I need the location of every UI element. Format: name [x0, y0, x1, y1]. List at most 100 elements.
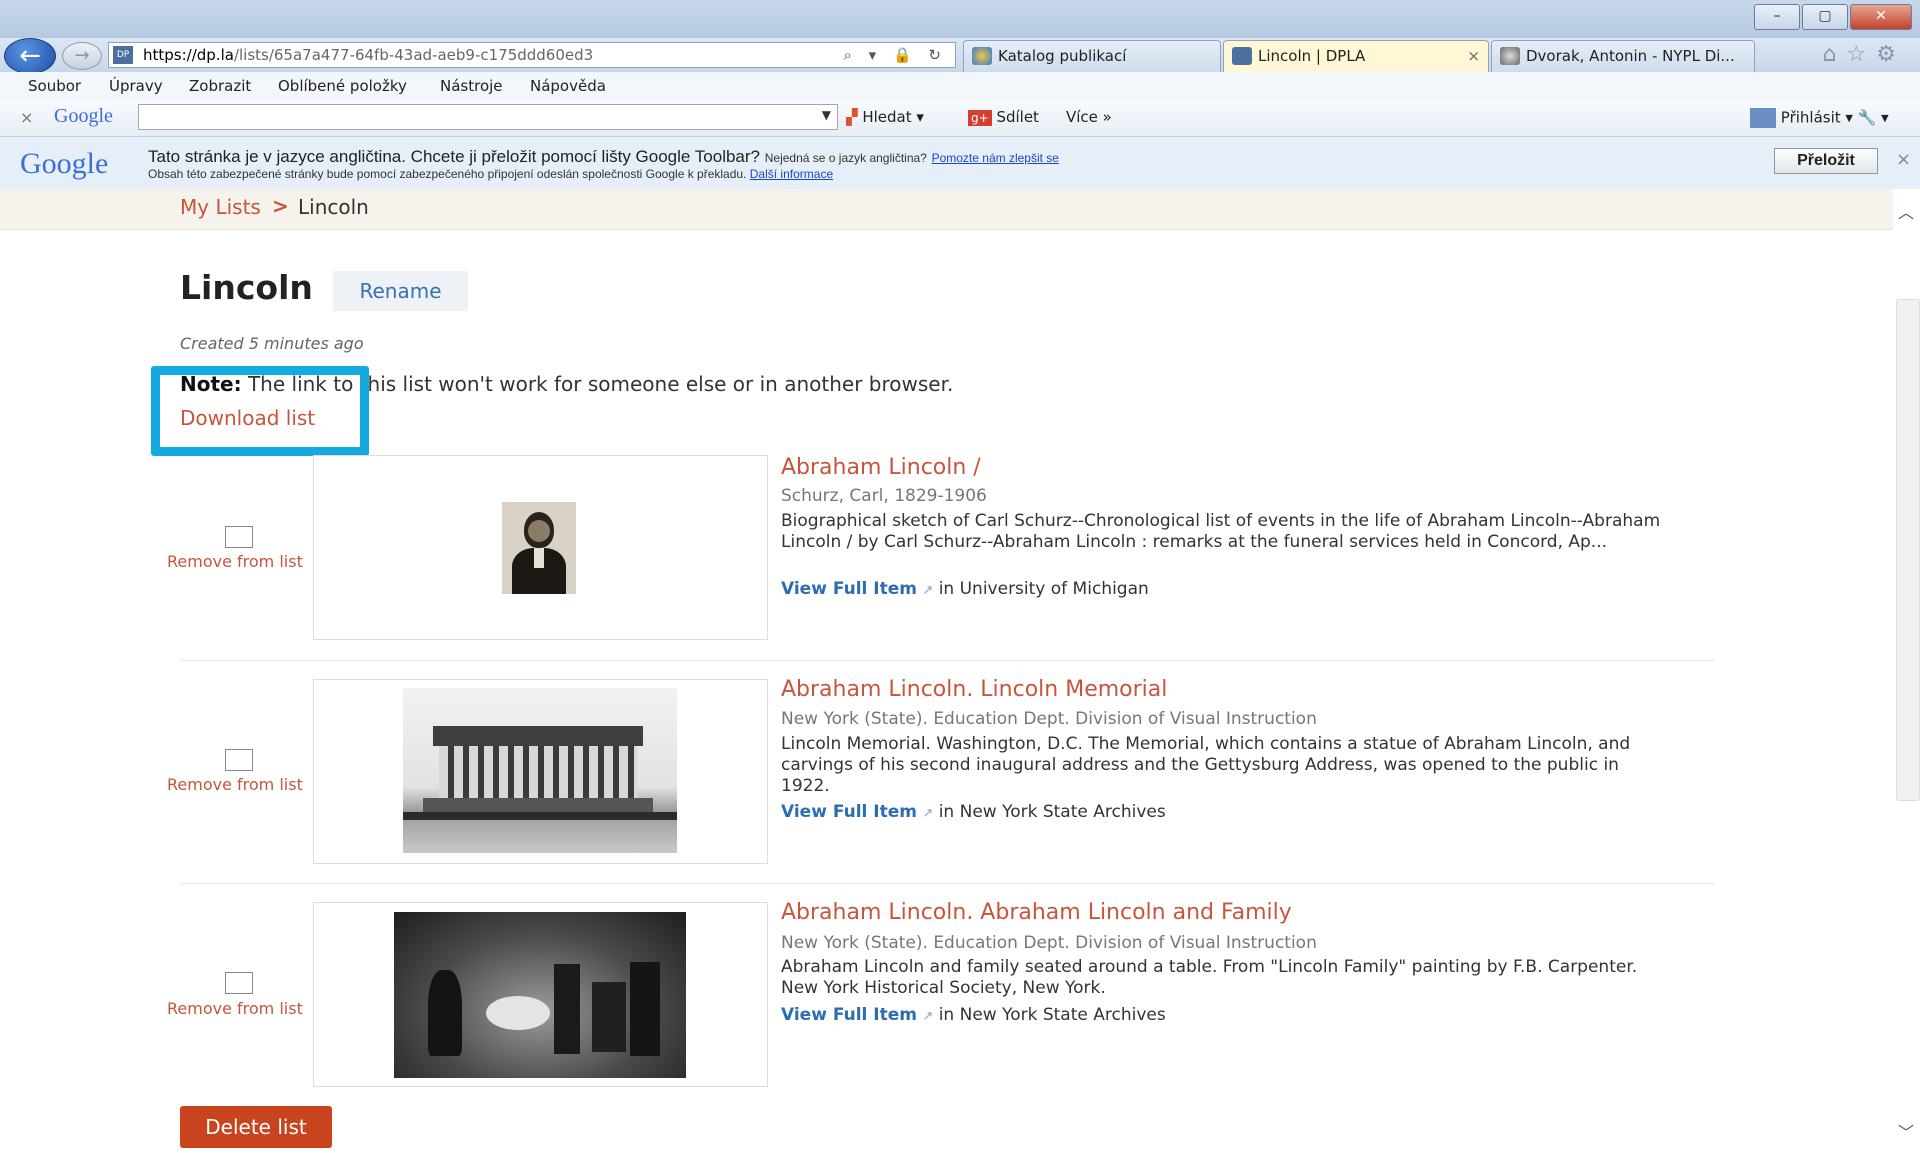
tab-label: Lincoln | DPLA [1258, 47, 1366, 65]
remove-from-list-link[interactable]: Remove from list [167, 775, 303, 794]
item-title-link[interactable]: Abraham Lincoln. Abraham Lincoln and Fam… [781, 900, 1292, 925]
forward-arrow-icon: → [74, 45, 90, 66]
menu-item-zobrazit[interactable]: Zobrazit [189, 77, 251, 95]
item-title-link[interactable]: Abraham Lincoln / [781, 455, 981, 480]
wrench-icon[interactable]: 🔧 [1858, 109, 1877, 127]
url-host: https://dp.la [143, 46, 234, 64]
back-arrow-icon: ← [19, 41, 41, 71]
dpla-icon [1232, 47, 1252, 65]
lincoln-memorial-image [403, 688, 677, 853]
scrollbar-thumb[interactable] [1896, 299, 1920, 801]
maximize-button[interactable]: ▢ [1802, 4, 1848, 30]
item-description: Abraham Lincoln and family seated around… [781, 957, 1638, 998]
item-thumbnail[interactable] [313, 902, 768, 1087]
item-source: View Full Item ↗ in New York State Archi… [781, 802, 1166, 822]
breadcrumb: My Lists > Lincoln [0, 189, 1893, 230]
item-checkbox[interactable] [225, 526, 253, 548]
delete-list-button[interactable]: Delete list [180, 1106, 332, 1148]
item-description: Lincoln Memorial. Washington, D.C. The M… [781, 734, 1631, 796]
item-provider: in New York State Archives [938, 802, 1166, 822]
highlight-box [151, 366, 369, 456]
google-plus-icon: g+ [968, 110, 992, 126]
external-link-icon: ↗ [922, 583, 934, 598]
translate-question: Tato stránka je v jazyce angličtina. Chc… [148, 147, 760, 166]
remove-from-list-link[interactable]: Remove from list [167, 552, 303, 571]
url-path: /lists/65a7a477-64fb-43ad-aeb9-c175ddd60… [233, 46, 594, 64]
item-thumbnail[interactable] [313, 679, 768, 864]
item-description: Biographical sketch of Carl Schurz--Chro… [781, 511, 1661, 552]
more-button[interactable]: Více » [1066, 108, 1112, 126]
menu-item-nastroje[interactable]: Nástroje [440, 77, 503, 95]
view-full-item-link[interactable]: View Full Item [781, 802, 917, 822]
external-link-icon: ↗ [922, 806, 934, 821]
menu-bar: Soubor Úpravy Zobrazit Oblíbené položky … [0, 72, 1920, 101]
dropdown-arrow-icon[interactable]: ▼ [822, 108, 831, 122]
view-full-item-link[interactable]: View Full Item [781, 579, 917, 599]
google-search-input[interactable]: ▼ [138, 104, 838, 130]
breadcrumb-my-lists[interactable]: My Lists [180, 195, 261, 219]
item-title-link[interactable]: Abraham Lincoln. Lincoln Memorial [781, 677, 1167, 702]
breadcrumb-separator-icon: > [272, 194, 289, 218]
breadcrumb-current: Lincoln [298, 195, 369, 219]
item-source: View Full Item ↗ in University of Michig… [781, 579, 1149, 599]
search-button[interactable]: ▞ Hledat ▾ [846, 108, 924, 126]
home-icon[interactable]: ⌂ [1823, 42, 1847, 67]
translate-banner: Google Tato stránka je v jazyce angličti… [0, 137, 1920, 190]
address-tools[interactable]: ⌕ ▾ 🔒 ↻ [844, 43, 947, 67]
tab-dvorak[interactable]: Dvorak, Antonin - NYPL Di... [1491, 40, 1755, 72]
item-creator: Schurz, Carl, 1829-1906 [781, 486, 987, 506]
external-link-icon: ↗ [922, 1009, 934, 1024]
menu-item-oblibene[interactable]: Oblíbené položky [278, 77, 407, 95]
translate-button[interactable]: Přeložit [1774, 148, 1878, 174]
back-button[interactable]: ← [4, 38, 56, 74]
item-checkbox[interactable] [225, 972, 253, 994]
signin-label: Přihlásit [1780, 108, 1841, 127]
google-translate-logo: Google [20, 147, 109, 180]
view-full-item-link[interactable]: View Full Item [781, 1005, 917, 1025]
menu-item-napoveda[interactable]: Nápověda [530, 77, 606, 95]
help-improve-link[interactable]: Pomozte nám zlepšit se [932, 151, 1059, 165]
item-thumbnail[interactable] [313, 455, 768, 640]
scroll-up-icon[interactable]: ︿ [1898, 199, 1914, 223]
more-info-link[interactable]: Další informace [750, 167, 833, 181]
lincoln-portrait-image [502, 502, 576, 594]
toolbar-close-icon[interactable]: × [20, 108, 33, 127]
browser-icons: ⌂☆⚙ [1823, 42, 1906, 67]
translate-message: Tato stránka je v jazyce angličtina. Chc… [148, 147, 1059, 167]
google-logo: Google [54, 105, 113, 127]
page-scrollbar[interactable]: ︿ ﹀ [1893, 189, 1920, 1153]
item-creator: New York (State). Education Dept. Divisi… [781, 933, 1317, 953]
google-toolbar: × Google ▼ ▞ Hledat ▾ g+ Sdílet Více » P… [0, 100, 1920, 137]
divider [180, 660, 1715, 661]
tab-katalog[interactable]: Katalog publikací [963, 40, 1221, 72]
window-titlebar: – ▢ ✕ [0, 0, 1920, 42]
menu-item-upravy[interactable]: Úpravy [109, 77, 163, 95]
menu-item-soubor[interactable]: Soubor [28, 77, 81, 95]
close-window-button[interactable]: ✕ [1850, 4, 1912, 30]
item-checkbox[interactable] [225, 749, 253, 771]
address-bar[interactable]: DP https://dp.la/lists/65a7a477-64fb-43a… [108, 42, 956, 68]
share-button[interactable]: g+ Sdílet [968, 108, 1039, 126]
rename-button[interactable]: Rename [333, 271, 468, 311]
address-url[interactable]: https://dp.la/lists/65a7a477-64fb-43ad-a… [143, 43, 593, 67]
lincoln-family-painting-image [394, 912, 686, 1078]
tab-close-icon[interactable]: × [1467, 41, 1480, 71]
forward-button[interactable]: → [62, 42, 102, 70]
settings-gear-icon[interactable]: ⚙ [1876, 42, 1906, 67]
banner-close-icon[interactable]: × [1896, 149, 1911, 170]
remove-from-list-link[interactable]: Remove from list [167, 999, 303, 1018]
search-label: Hledat [862, 108, 912, 126]
tab-label: Dvorak, Antonin - NYPL Di... [1526, 47, 1735, 65]
item-source: View Full Item ↗ in New York State Archi… [781, 1005, 1166, 1025]
favorites-star-icon[interactable]: ☆ [1847, 42, 1877, 67]
item-provider: in New York State Archives [938, 1005, 1166, 1025]
scroll-down-icon[interactable]: ﹀ [1898, 1119, 1914, 1143]
item-creator: New York (State). Education Dept. Divisi… [781, 709, 1317, 729]
tab-lincoln-dpla[interactable]: Lincoln | DPLA × [1223, 40, 1489, 72]
translate-privacy-text: Obsah této zabezpečené stránky bude pomo… [148, 167, 747, 181]
created-timestamp: Created 5 minutes ago [180, 334, 364, 353]
tab-label: Katalog publikací [998, 47, 1127, 65]
signin-button[interactable]: Přihlásit ▾ 🔧 ▾ [1750, 108, 1889, 128]
nypl-icon [1500, 47, 1520, 65]
minimize-button[interactable]: – [1754, 4, 1800, 30]
